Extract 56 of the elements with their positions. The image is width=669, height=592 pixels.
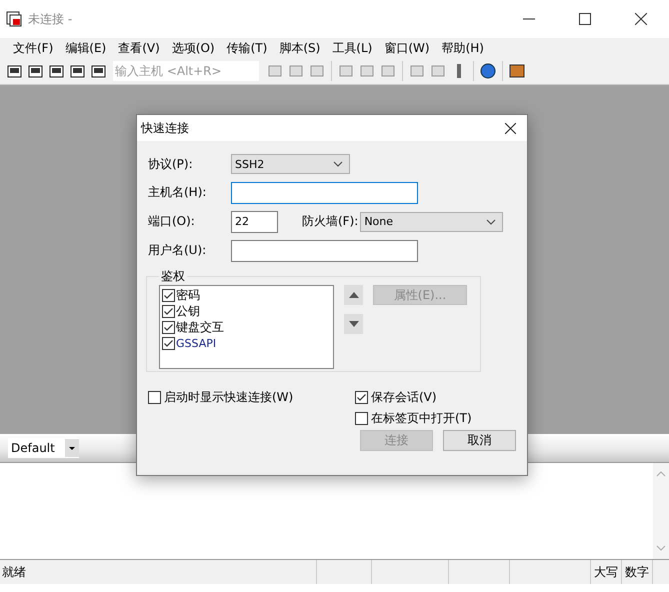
group-title: 鉴权 (160, 268, 186, 285)
method-label: 密码 (176, 286, 200, 304)
option-label[interactable]: 在标签页中打开(T) (371, 410, 472, 427)
chevron-down-icon (333, 161, 343, 167)
username-field[interactable] (231, 240, 418, 262)
field-label: 协议(P): (148, 156, 194, 172)
checkbox[interactable] (162, 320, 175, 334)
checkbox[interactable] (162, 304, 175, 318)
move-up-button[interactable] (344, 285, 363, 305)
field-label: 防火墙(F): (302, 213, 358, 230)
option-label[interactable]: 启动时显示快速连接(W) (164, 389, 294, 406)
menu-item[interactable]: 编辑(E) (59, 40, 112, 56)
auth-method[interactable]: GSSAPI (162, 335, 331, 351)
cancel-button[interactable]: 取消 (443, 430, 516, 451)
checkbox[interactable] (355, 391, 368, 404)
session-select[interactable]: Default (8, 438, 79, 458)
window-title: 未连接 - (28, 10, 72, 28)
firewall-select[interactable]: None (360, 212, 504, 232)
move-down-button[interactable] (344, 314, 363, 334)
menu-item[interactable]: 传输(T) (220, 40, 274, 56)
menu-item[interactable]: 脚本(S) (273, 40, 326, 56)
triangle-up-icon (348, 292, 358, 298)
auth-method[interactable]: 公钥 (162, 303, 331, 319)
maximize-icon[interactable] (579, 13, 591, 25)
auth-method[interactable]: 键盘交互 (162, 319, 331, 335)
status-message: 就绪 (1, 564, 27, 580)
menu-item[interactable]: 文件(F) (7, 40, 60, 56)
menu-item[interactable]: 帮助(H) (436, 40, 490, 56)
app-icon (6, 11, 22, 27)
menu-item[interactable]: 选项(O) (166, 40, 221, 56)
chevron-down-icon (486, 218, 496, 224)
triangle-down-icon (348, 321, 358, 327)
dialog-title: 快速连接 (141, 120, 189, 136)
method-label: 键盘交互 (176, 318, 224, 336)
port-field[interactable]: 22 (231, 210, 278, 232)
checkbox[interactable] (355, 412, 368, 425)
auth-method[interactable]: 密码 (162, 287, 331, 303)
menu-item[interactable]: 窗口(W) (378, 40, 436, 56)
option-label[interactable]: 保存会话(V) (371, 389, 437, 406)
field-label: 端口(O): (148, 213, 196, 230)
checkbox[interactable] (162, 336, 175, 350)
status-indicator: 数字 (621, 560, 652, 584)
status-indicator: 大写 (590, 560, 621, 584)
close-icon[interactable] (505, 122, 516, 134)
menu-item[interactable]: 工具(L) (326, 40, 378, 56)
host-field[interactable]: 输入主机 <Alt+R> (113, 61, 259, 81)
field-label: 用户名(U): (148, 242, 208, 259)
menu-item[interactable]: 查看(V) (112, 40, 166, 56)
method-label: GSSAPI (176, 336, 216, 350)
method-label: 公钥 (176, 302, 200, 320)
protocol-select[interactable]: SSH2 (231, 154, 350, 174)
close-icon[interactable] (635, 13, 647, 25)
checkbox[interactable] (148, 391, 161, 404)
field-label: 主机名(H): (148, 184, 208, 201)
hostname-field[interactable] (231, 182, 418, 204)
checkbox[interactable] (162, 288, 175, 302)
